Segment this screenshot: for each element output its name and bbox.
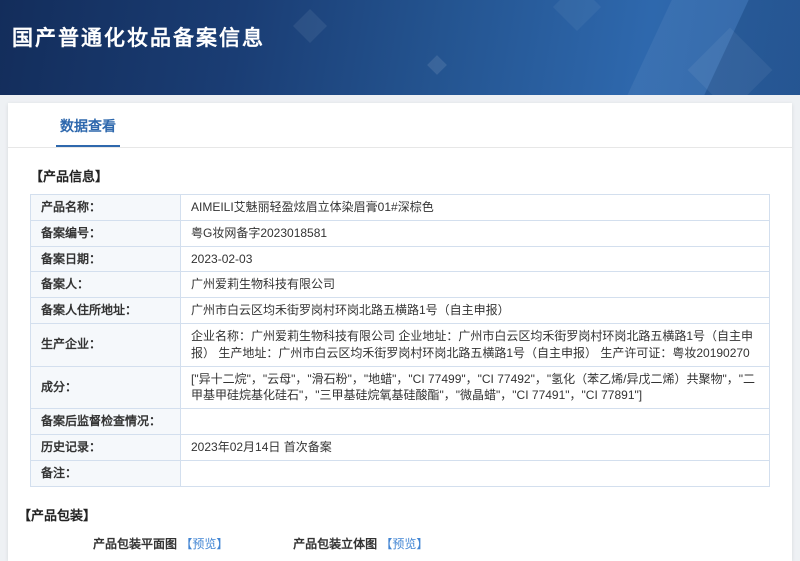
- packaging-solid-preview-link[interactable]: 【预览】: [380, 537, 428, 551]
- content-card: 数据查看 【产品信息】 产品名称： AIMEILI艾魅丽轻盈炫眉立体染眉膏01#…: [8, 103, 792, 561]
- row-label: 成分：: [30, 365, 181, 410]
- table-row: 成分： ["异十二烷"，"云母"，"滑石粉"，"地蜡"，"CI 77499"，"…: [30, 365, 770, 410]
- row-value: 2023年02月14日 首次备案: [180, 434, 770, 461]
- row-value: 2023-02-03: [180, 245, 770, 273]
- table-row: 备案日期： 2023-02-03: [30, 245, 770, 273]
- section-title-packaging: 【产品包装】: [18, 507, 97, 523]
- row-label: 备案编号：: [30, 219, 181, 247]
- row-value: [180, 459, 770, 487]
- row-value: 企业名称：广州爱莉生物科技有限公司 企业地址：广州市白云区均禾街罗岗村环岗北路五…: [180, 322, 770, 367]
- table-row: 备案编号： 粤G妆网备字2023018581: [30, 219, 770, 247]
- page-title: 国产普通化妆品备案信息: [12, 27, 265, 50]
- table-row: 生产企业： 企业名称：广州爱莉生物科技有限公司 企业地址：广州市白云区均禾街罗岗…: [30, 322, 770, 367]
- row-label: 备案人住所地址：: [30, 297, 181, 324]
- row-value: AIMEILI艾魅丽轻盈炫眉立体染眉膏01#深棕色: [180, 194, 770, 221]
- packaging-solid-label: 产品包装立体图: [293, 536, 378, 551]
- packaging-flat-label: 产品包装平面图: [93, 536, 178, 551]
- table-row: 历史记录： 2023年02月14日 首次备案: [30, 434, 770, 461]
- row-value: 广州爱莉生物科技有限公司: [180, 271, 770, 299]
- row-value: 广州市白云区均禾街罗岗村环岗北路五横路1号（自主申报）: [180, 297, 770, 324]
- banner-square-decoration: [427, 55, 447, 75]
- row-label: 生产企业：: [30, 322, 181, 367]
- table-row: 产品名称： AIMEILI艾魅丽轻盈炫眉立体染眉膏01#深棕色: [30, 194, 770, 221]
- row-label: 产品名称：: [30, 194, 181, 221]
- section-title-product-info: 【产品信息】: [30, 169, 109, 184]
- product-info-table: 产品名称： AIMEILI艾魅丽轻盈炫眉立体染眉膏01#深棕色 备案编号： 粤G…: [30, 194, 770, 487]
- table-row: 备案人： 广州爱莉生物科技有限公司: [30, 271, 770, 299]
- tab-bar: 数据查看: [8, 103, 792, 148]
- row-label: 备案日期：: [30, 245, 181, 273]
- row-value: ["异十二烷"，"云母"，"滑石粉"，"地蜡"，"CI 77499"，"CI 7…: [180, 365, 770, 410]
- row-label: 备注：: [30, 459, 181, 487]
- row-value: 粤G妆网备字2023018581: [180, 219, 770, 247]
- packaging-row: 产品包装平面图 【预览】 产品包装立体图 【预览】: [93, 535, 792, 552]
- table-row: 备案后监督检查情况：: [30, 408, 770, 436]
- row-label: 备案后监督检查情况：: [30, 408, 181, 436]
- row-label: 备案人：: [30, 271, 181, 299]
- table-row: 备注：: [30, 459, 770, 487]
- row-label: 历史记录：: [30, 434, 181, 461]
- table-row: 备案人住所地址： 广州市白云区均禾街罗岗村环岗北路五横路1号（自主申报）: [30, 297, 770, 324]
- row-value: [180, 408, 770, 436]
- tab-data-view[interactable]: 数据查看: [56, 116, 120, 147]
- packaging-flat-preview-link[interactable]: 【预览】: [180, 537, 228, 551]
- page-banner: 国产普通化妆品备案信息: [0, 0, 800, 95]
